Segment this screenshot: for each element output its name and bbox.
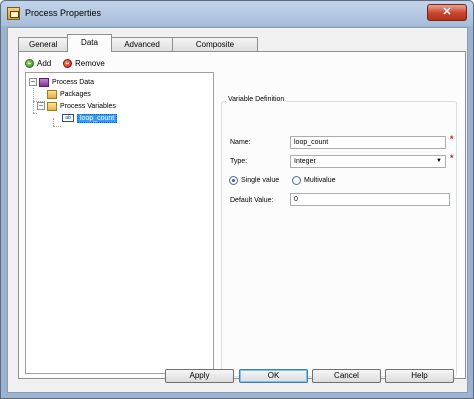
single-value-radio[interactable]	[229, 176, 238, 185]
package-icon	[47, 89, 57, 99]
title-bar[interactable]: Process Properties ✕	[1, 1, 473, 26]
ok-button[interactable]: OK	[239, 369, 308, 383]
tree-item-label: Packages	[60, 90, 91, 98]
cancel-button[interactable]: Cancel	[312, 369, 381, 383]
type-label: Type:	[230, 158, 248, 165]
default-value-label: Default Value:	[230, 197, 274, 204]
tab-composite-service[interactable]: Composite Service	[172, 37, 258, 63]
tree-item-loop-count[interactable]: ab loop_count	[62, 112, 118, 124]
tree-connector	[53, 126, 61, 127]
add-button-label: Add	[37, 59, 52, 68]
process-data-tree[interactable]: − Process Data Packages − Process Variab…	[25, 72, 214, 374]
remove-button[interactable]: Remove	[63, 57, 105, 70]
tab-general[interactable]: General	[18, 37, 68, 52]
tab-strip: General Data Advanced Composite Service	[18, 34, 258, 63]
apply-button[interactable]: Apply	[165, 369, 234, 383]
multivalue-radio[interactable]	[292, 176, 301, 185]
group-title: Variable Definition	[226, 96, 287, 103]
single-value-label[interactable]: Single value	[241, 177, 279, 184]
collapse-icon[interactable]: −	[29, 78, 37, 86]
chevron-down-icon[interactable]: ▼	[434, 157, 444, 166]
type-select-value: Integer	[294, 158, 316, 165]
process-data-icon	[39, 77, 49, 87]
window-title: Process Properties	[25, 8, 102, 18]
collapse-icon[interactable]: −	[37, 102, 45, 110]
name-required-marker: *	[450, 134, 454, 144]
name-label: Name:	[230, 139, 251, 146]
dialog-client: General Data Advanced Composite Service …	[7, 27, 468, 393]
close-button[interactable]: ✕	[427, 4, 467, 21]
name-field[interactable]: loop_count	[290, 136, 446, 149]
multivalue-label[interactable]: Multivalue	[304, 177, 336, 184]
tree-item-packages[interactable]: Packages	[47, 88, 91, 100]
tree-item-label: loop_count	[77, 113, 118, 123]
variable-icon: ab	[62, 114, 74, 122]
tree-connector	[53, 118, 54, 126]
type-required-marker: *	[450, 153, 454, 163]
add-icon	[25, 59, 34, 68]
remove-button-label: Remove	[75, 59, 105, 68]
default-value-field[interactable]: 0	[290, 193, 450, 206]
add-button[interactable]: Add	[25, 57, 51, 70]
process-properties-window: Process Properties ✕ General Data Advanc…	[0, 0, 474, 399]
data-tab-panel: Add Remove − Process Data Packages − Pro…	[18, 51, 466, 379]
type-select[interactable]: Integer ▼	[290, 155, 446, 168]
tree-item-process-variables[interactable]: − Process Variables	[37, 100, 116, 112]
tree-item-process-data[interactable]: − Process Data	[29, 76, 94, 88]
help-button[interactable]: Help	[385, 369, 454, 383]
app-icon	[7, 7, 20, 20]
tab-advanced[interactable]: Advanced	[111, 37, 173, 52]
tree-item-label: Process Data	[52, 78, 95, 86]
remove-icon	[63, 59, 72, 68]
tree-item-label: Process Variables	[60, 102, 116, 110]
folder-icon	[47, 101, 57, 111]
tree-connector	[33, 113, 37, 114]
tab-data[interactable]: Data	[67, 34, 112, 52]
